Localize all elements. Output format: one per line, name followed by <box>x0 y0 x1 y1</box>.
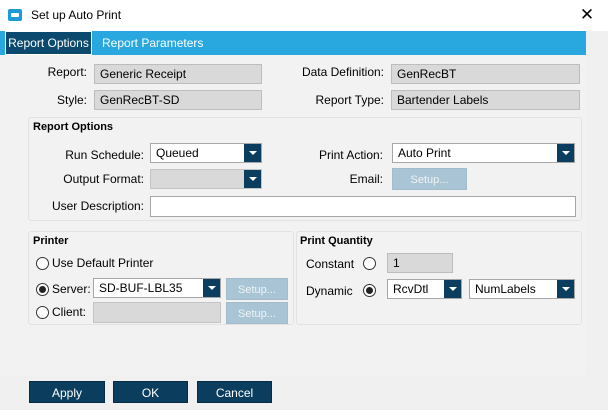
client-label: Client: <box>52 305 87 319</box>
output-format-select[interactable] <box>150 169 262 189</box>
use-default-printer-radio[interactable] <box>36 257 49 270</box>
server-value: SD-BUF-LBL35 <box>99 281 183 295</box>
chevron-down-icon[interactable] <box>244 170 261 188</box>
print-action-select[interactable]: Auto Print <box>392 143 575 163</box>
cancel-button[interactable]: Cancel <box>197 381 272 403</box>
tab-content: Report: Generic Receipt Style: GenRecBT-… <box>0 55 586 375</box>
dynamic-field-select[interactable]: NumLabels <box>469 279 575 299</box>
ok-button[interactable]: OK <box>113 381 188 403</box>
window-title: Set up Auto Print <box>31 8 122 22</box>
run-schedule-select[interactable]: Queued <box>150 143 262 163</box>
report-type-field: Bartender Labels <box>391 90 580 110</box>
client-setup-button[interactable]: Setup... <box>226 302 288 324</box>
chevron-down-icon[interactable] <box>557 280 574 298</box>
style-field: GenRecBT-SD <box>94 90 262 110</box>
chevron-down-icon[interactable] <box>557 144 574 162</box>
report-field: Generic Receipt <box>94 64 262 84</box>
constant-label: Constant <box>306 257 355 271</box>
tab-report-options[interactable]: Report Options <box>5 31 92 55</box>
chevron-down-icon[interactable] <box>444 280 461 298</box>
output-format-label: Output Format: <box>63 172 144 186</box>
report-options-title: Report Options <box>33 121 114 133</box>
report-options-group: Report Options Run Schedule: Queued Outp… <box>28 117 582 221</box>
email-label: Email: <box>349 172 383 186</box>
style-label: Style: <box>56 93 87 107</box>
client-input[interactable] <box>93 302 221 323</box>
report-type-label: Report Type: <box>315 93 384 107</box>
user-description-label: User Description: <box>51 199 144 213</box>
constant-field[interactable]: 1 <box>387 253 453 273</box>
dialog-window: Set up Auto Print ✕ Report Options Repor… <box>0 0 608 410</box>
use-default-printer-label: Use Default Printer <box>52 256 154 270</box>
run-schedule-label: Run Schedule: <box>65 148 144 162</box>
print-action-label: Print Action: <box>318 148 383 162</box>
app-icon <box>8 9 22 21</box>
dynamic-table-select[interactable]: RcvDtl <box>387 279 462 299</box>
chevron-down-icon[interactable] <box>244 144 261 162</box>
chevron-down-icon[interactable] <box>203 279 220 297</box>
right-margin <box>586 31 608 375</box>
server-radio[interactable] <box>36 283 49 296</box>
run-schedule-value: Queued <box>156 146 199 160</box>
print-quantity-title: Print Quantity <box>300 235 373 247</box>
printer-title: Printer <box>33 235 69 247</box>
dynamic-label: Dynamic <box>306 284 353 298</box>
data-definition-field: GenRecBT <box>391 64 580 84</box>
printer-group: Printer Use Default Printer Server: SD-B… <box>28 231 294 325</box>
dynamic-radio[interactable] <box>363 284 376 297</box>
close-icon[interactable]: ✕ <box>576 3 598 27</box>
print-action-value: Auto Print <box>398 146 451 160</box>
data-definition-label: Data Definition: <box>301 65 384 79</box>
user-description-input[interactable] <box>150 196 576 217</box>
tab-report-parameters[interactable]: Report Parameters <box>102 31 203 55</box>
dynamic-field-value: NumLabels <box>475 282 536 296</box>
print-quantity-group: Print Quantity Constant 1 Dynamic RcvDtl… <box>296 231 582 325</box>
dynamic-table-value: RcvDtl <box>393 282 429 296</box>
client-radio[interactable] <box>36 306 49 319</box>
title-bar: Set up Auto Print ✕ <box>0 0 608 31</box>
report-label: Report: <box>47 65 87 79</box>
server-setup-button[interactable]: Setup... <box>226 278 288 300</box>
server-select[interactable]: SD-BUF-LBL35 <box>93 278 221 298</box>
server-label: Server: <box>52 282 91 296</box>
apply-button[interactable]: Apply <box>29 381 105 403</box>
tab-bar: Report Options Report Parameters <box>0 31 586 55</box>
constant-radio[interactable] <box>363 257 376 270</box>
email-setup-button[interactable]: Setup... <box>392 168 467 190</box>
